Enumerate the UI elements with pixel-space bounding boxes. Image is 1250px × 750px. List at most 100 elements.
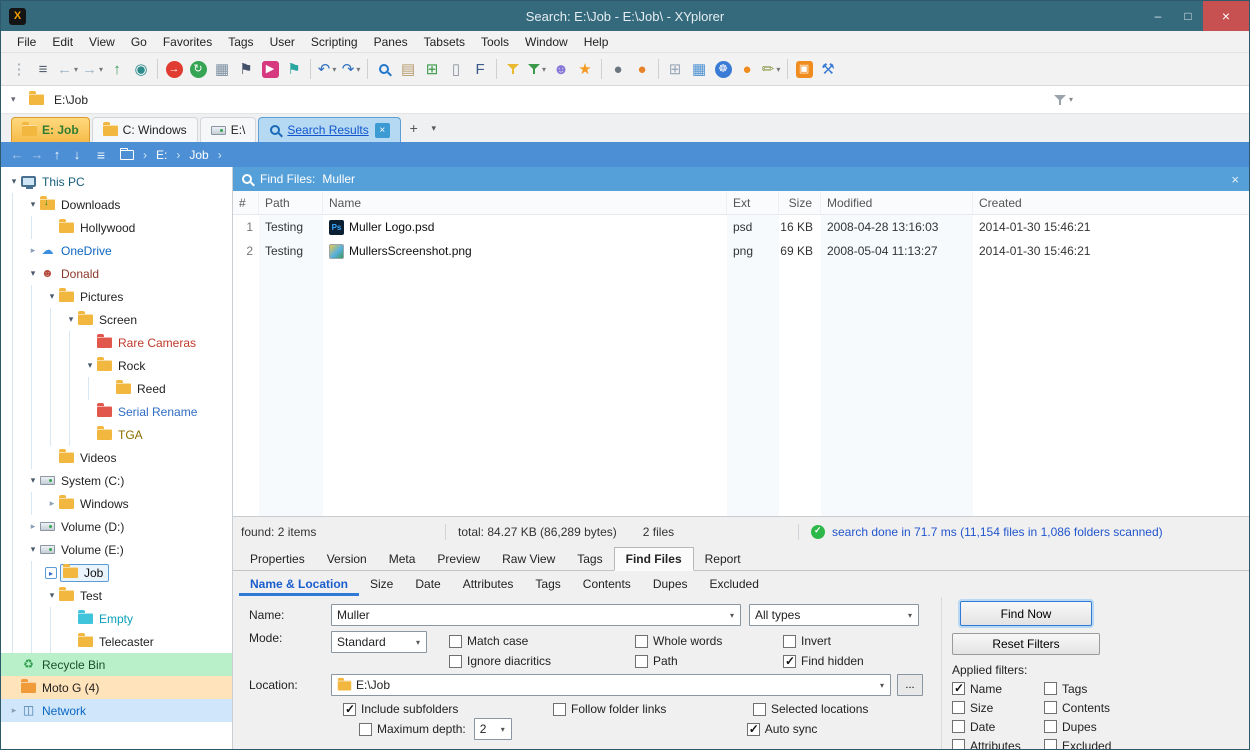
breadcrumb-folder[interactable]: Job bbox=[184, 148, 213, 162]
info-tab-version[interactable]: Version bbox=[316, 548, 378, 570]
tree-item-this-pc[interactable]: ▾This PC bbox=[1, 170, 232, 193]
tab-c-windows[interactable]: C: Windows bbox=[92, 117, 198, 142]
dropdown-icon[interactable]: ▾ bbox=[902, 611, 918, 620]
dropdown-icon[interactable]: ▾ bbox=[74, 65, 78, 74]
menu-toggle-icon[interactable]: ≡ bbox=[31, 56, 55, 82]
expand-icon[interactable]: ▾ bbox=[45, 590, 59, 601]
package-icon[interactable]: ▦ bbox=[210, 56, 234, 82]
minimize-button[interactable]: – bbox=[1143, 1, 1173, 31]
auto-sync-checkbox[interactable]: Auto sync bbox=[747, 722, 818, 736]
invert-checkbox[interactable]: Invert bbox=[783, 634, 864, 648]
applied-filter-name[interactable]: Name bbox=[952, 682, 1044, 696]
location-input[interactable]: E:\Job ▾ bbox=[331, 674, 891, 696]
address-path[interactable]: E:\Job bbox=[54, 93, 88, 107]
ghost-icon[interactable]: ☻ bbox=[549, 56, 573, 82]
dropdown-icon[interactable]: ▾ bbox=[332, 65, 336, 74]
dropdown-icon[interactable]: ▾ bbox=[724, 611, 740, 620]
breadcrumb-drive[interactable]: E: bbox=[151, 148, 172, 162]
table-view-icon[interactable]: ▦ bbox=[687, 56, 711, 82]
tree-item-hollywood[interactable]: Hollywood bbox=[1, 216, 232, 239]
menu-tabsets[interactable]: Tabsets bbox=[416, 32, 473, 52]
tree-item-windows[interactable]: ▸Windows bbox=[1, 492, 232, 515]
tab-search-results[interactable]: Search Results × bbox=[258, 117, 400, 142]
tab-e-drive[interactable]: E:\ bbox=[200, 117, 257, 142]
redo-icon[interactable]: ↷▾ bbox=[339, 56, 363, 82]
nav-forward-icon[interactable]: → bbox=[27, 147, 47, 162]
forward-icon[interactable]: →▾ bbox=[80, 56, 105, 82]
undo-icon[interactable]: ↶▾ bbox=[315, 56, 339, 82]
address-dropdown-icon[interactable]: ▾ bbox=[11, 94, 29, 105]
filter-icon[interactable] bbox=[501, 56, 525, 82]
find-tab-date[interactable]: Date bbox=[404, 572, 451, 596]
paste-icon[interactable]: ▤ bbox=[396, 56, 420, 82]
menu-user[interactable]: User bbox=[262, 32, 303, 52]
menu-tools[interactable]: Tools bbox=[473, 32, 517, 52]
tree-item-screen[interactable]: ▾Screen bbox=[1, 308, 232, 331]
tree-item-empty[interactable]: Empty bbox=[1, 607, 232, 630]
expand-icon[interactable]: ▾ bbox=[26, 268, 40, 279]
info-tab-preview[interactable]: Preview bbox=[426, 548, 491, 570]
tree-item-recycle-bin[interactable]: ♻Recycle Bin bbox=[1, 653, 232, 676]
wheel-icon[interactable]: ☸ bbox=[711, 56, 735, 82]
tab-e-job[interactable]: E: Job bbox=[11, 117, 90, 142]
tree-item-moto-g-4[interactable]: Moto G (4) bbox=[1, 676, 232, 699]
name-input[interactable]: Muller ▾ bbox=[331, 604, 741, 626]
sphere-icon[interactable]: ● bbox=[606, 56, 630, 82]
column-header-created[interactable]: Created bbox=[973, 191, 1250, 214]
result-row[interactable]: 2TestingMullersScreenshot.pngpng69 KB200… bbox=[233, 239, 1249, 263]
expand-icon[interactable]: ▸ bbox=[26, 245, 40, 256]
list-empty-area[interactable] bbox=[233, 263, 1249, 516]
browse-button[interactable]: ... bbox=[897, 674, 923, 696]
dropdown-icon[interactable]: ▾ bbox=[356, 65, 360, 74]
panes-icon[interactable]: ⊞ bbox=[663, 56, 687, 82]
info-tab-properties[interactable]: Properties bbox=[239, 548, 316, 570]
expand-icon[interactable]: ▸ bbox=[7, 705, 21, 716]
find-now-button[interactable]: Find Now bbox=[960, 601, 1092, 626]
dropdown-icon[interactable]: ▾ bbox=[99, 65, 103, 74]
nav-down-icon[interactable]: ↓ bbox=[67, 147, 87, 162]
tree-item-donald[interactable]: ▾☻Donald bbox=[1, 262, 232, 285]
tree-item-pictures[interactable]: ▾Pictures bbox=[1, 285, 232, 308]
tree-item-system-c[interactable]: ▾System (C:) bbox=[1, 469, 232, 492]
tree-item-job[interactable]: ▸Job bbox=[1, 561, 232, 584]
applied-filter-size[interactable]: Size bbox=[952, 701, 1044, 715]
file-type-select[interactable]: All types ▾ bbox=[749, 604, 919, 626]
info-tab-tags[interactable]: Tags bbox=[566, 548, 613, 570]
basketball-icon[interactable]: ● bbox=[630, 56, 654, 82]
brush-icon[interactable]: ✏▾ bbox=[759, 56, 783, 82]
max-depth-select[interactable]: 2 ▾ bbox=[474, 718, 512, 740]
tree-item-volume-e[interactable]: ▾Volume (E:) bbox=[1, 538, 232, 561]
font-icon[interactable]: F bbox=[468, 56, 492, 82]
find-tab-size[interactable]: Size bbox=[359, 572, 404, 596]
match-case-checkbox[interactable]: Match case bbox=[449, 634, 635, 648]
tree-item-rare-cameras[interactable]: Rare Cameras bbox=[1, 331, 232, 354]
tree-item-reed[interactable]: Reed bbox=[1, 377, 232, 400]
path-checkbox[interactable]: Path bbox=[635, 654, 783, 668]
tree-item-tga[interactable]: TGA bbox=[1, 423, 232, 446]
menu-scripting[interactable]: Scripting bbox=[303, 32, 366, 52]
maximum-depth-checkbox[interactable]: Maximum depth: bbox=[359, 722, 466, 736]
tree-item-network[interactable]: ▸◫Network bbox=[1, 699, 232, 722]
info-tab-report[interactable]: Report bbox=[694, 548, 752, 570]
whole-words-checkbox[interactable]: Whole words bbox=[635, 634, 783, 648]
nav-menu-icon[interactable]: ≡ bbox=[91, 147, 111, 163]
dropdown-icon[interactable]: ▾ bbox=[495, 725, 511, 734]
find-tab-tags[interactable]: Tags bbox=[524, 572, 571, 596]
column-header-ext[interactable]: Ext bbox=[727, 191, 779, 214]
lock-icon[interactable]: ▯ bbox=[444, 56, 468, 82]
refresh-icon[interactable]: ↻ bbox=[186, 56, 210, 82]
menu-tags[interactable]: Tags bbox=[220, 32, 261, 52]
info-tab-meta[interactable]: Meta bbox=[378, 548, 427, 570]
color-drop-icon[interactable]: ● bbox=[735, 56, 759, 82]
expand-icon[interactable]: ▾ bbox=[26, 544, 40, 555]
nav-up-icon[interactable]: ↑ bbox=[47, 147, 67, 162]
reset-filters-button[interactable]: Reset Filters bbox=[952, 633, 1100, 655]
copy-to-icon[interactable]: ⚑ bbox=[282, 56, 306, 82]
expand-icon[interactable]: ▸ bbox=[26, 521, 40, 532]
tree-item-test[interactable]: ▾Test bbox=[1, 584, 232, 607]
goto-pin-icon[interactable]: ◉ bbox=[129, 56, 153, 82]
move-to-icon[interactable]: ▶ bbox=[258, 56, 282, 82]
close-search-icon[interactable]: × bbox=[1231, 172, 1239, 187]
selected-locations-checkbox[interactable]: Selected locations bbox=[753, 702, 868, 716]
menu-help[interactable]: Help bbox=[576, 32, 617, 52]
